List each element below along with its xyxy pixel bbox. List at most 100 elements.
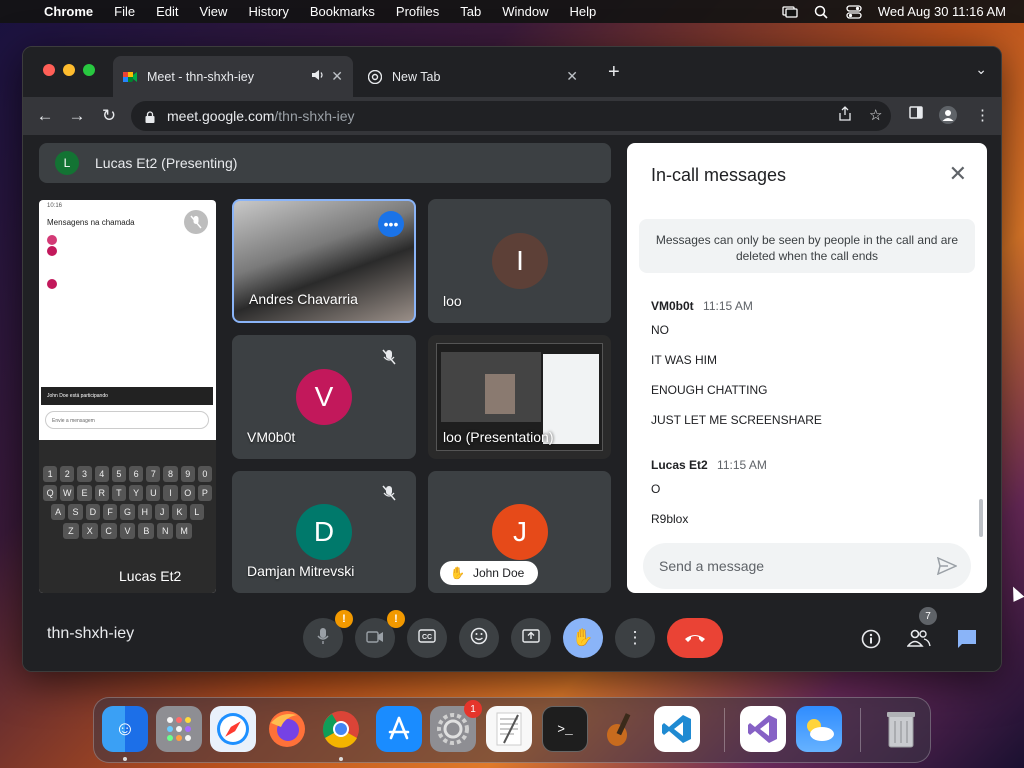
menu-tab[interactable]: Tab xyxy=(460,4,481,19)
key: 0 xyxy=(197,466,213,482)
minimize-window-button[interactable] xyxy=(63,64,75,76)
presenting-label: Lucas Et2 (Presenting) xyxy=(95,155,238,171)
menu-edit[interactable]: Edit xyxy=(156,4,178,19)
close-window-button[interactable] xyxy=(43,64,55,76)
phone-status-bar: 10:16 xyxy=(47,203,63,209)
vscode-icon[interactable] xyxy=(654,706,700,752)
new-tab-button[interactable]: + xyxy=(608,61,620,84)
tab-search-chevron-icon[interactable]: ⌄ xyxy=(975,61,987,78)
captions-button[interactable]: CC xyxy=(407,618,447,658)
close-chat-icon[interactable]: ✕ xyxy=(949,161,967,187)
participant-tile-damjan[interactable]: D Damjan Mitrevski xyxy=(232,471,416,593)
message-sender: Lucas Et2 xyxy=(651,458,708,472)
safari-icon[interactable] xyxy=(210,706,256,752)
trash-icon[interactable] xyxy=(878,706,924,752)
meeting-code: thn-shxh-iey xyxy=(47,625,135,642)
more-options-button[interactable]: ⋮ xyxy=(615,618,655,658)
menubar-clock[interactable]: Wed Aug 30 11:16 AM xyxy=(878,4,1006,19)
menu-profiles[interactable]: Profiles xyxy=(396,4,439,19)
textedit-icon[interactable] xyxy=(486,706,532,752)
participant-tile-vm0b0t[interactable]: V VM0b0t xyxy=(232,335,416,459)
menu-help[interactable]: Help xyxy=(570,4,597,19)
presenting-banner[interactable]: L Lucas Et2 (Presenting) xyxy=(39,143,611,183)
present-screen-button[interactable] xyxy=(511,618,551,658)
phone-chat-row xyxy=(39,233,216,245)
tile-options-icon[interactable]: ••• xyxy=(378,211,404,237)
present-screen-icon xyxy=(522,628,540,648)
close-tab-icon[interactable]: ✕ xyxy=(331,68,343,85)
send-message-input[interactable]: Send a message xyxy=(643,543,971,589)
microphone-button[interactable]: ! xyxy=(303,610,353,658)
menu-history[interactable]: History xyxy=(248,4,288,19)
forward-button[interactable]: → xyxy=(67,106,87,126)
key: V xyxy=(119,523,136,539)
address-bar[interactable]: meet.google.com /thn-shxh-iey xyxy=(131,101,891,131)
lock-icon[interactable] xyxy=(145,110,155,123)
meeting-details-icon[interactable] xyxy=(861,629,881,654)
url-path: /thn-shxh-iey xyxy=(274,108,355,124)
reactions-button[interactable] xyxy=(459,618,499,658)
closed-captions-icon: CC xyxy=(418,628,436,648)
browser-menu-icon[interactable]: ⋮ xyxy=(975,106,990,124)
weather-icon[interactable] xyxy=(796,706,842,752)
menu-view[interactable]: View xyxy=(199,4,227,19)
raise-hand-button[interactable]: ✋ xyxy=(563,618,603,658)
dock-separator xyxy=(860,708,861,752)
svg-text:CC: CC xyxy=(422,634,432,641)
app-store-icon[interactable] xyxy=(376,706,422,752)
chat-scrollbar[interactable] xyxy=(979,499,983,537)
garageband-icon[interactable] xyxy=(598,706,644,752)
chat-icon[interactable] xyxy=(957,629,977,654)
tab-meet[interactable]: Meet - thn-shxh-iey ✕ xyxy=(113,56,353,97)
share-icon[interactable] xyxy=(839,106,851,125)
menu-bookmarks[interactable]: Bookmarks xyxy=(310,4,375,19)
spotlight-search-icon[interactable] xyxy=(814,5,830,19)
phone-chat-row xyxy=(39,277,216,289)
firefox-icon[interactable] xyxy=(264,706,310,752)
people-icon[interactable] xyxy=(906,629,931,652)
audio-playing-icon[interactable] xyxy=(311,69,325,84)
launchpad-icon[interactable] xyxy=(156,706,202,752)
menu-file[interactable]: File xyxy=(114,4,135,19)
avatar: J xyxy=(492,504,548,560)
zoom-window-button[interactable] xyxy=(83,64,95,76)
menu-app-name[interactable]: Chrome xyxy=(44,4,93,19)
profile-avatar-icon[interactable] xyxy=(939,106,957,128)
participant-tile-john-doe[interactable]: J ✋ John Doe xyxy=(428,471,611,593)
tab-new-tab[interactable]: New Tab ✕ xyxy=(358,56,588,97)
phone-chat-row xyxy=(39,266,216,277)
participant-tile-andres[interactable]: ••• Andres Chavarria xyxy=(232,199,416,323)
camera-button[interactable]: ! xyxy=(355,610,405,658)
tile-name-lucas: Lucas Et2 xyxy=(119,568,182,584)
phone-chat-row xyxy=(39,255,216,266)
side-panel-icon[interactable] xyxy=(909,106,923,123)
phone-hangup-icon xyxy=(684,628,706,648)
presentation-tile-loo[interactable]: loo (Presentation) xyxy=(428,335,611,459)
chrome-icon[interactable] xyxy=(318,706,364,752)
send-icon[interactable] xyxy=(936,556,958,580)
back-button[interactable]: ← xyxy=(35,106,55,126)
system-settings-icon[interactable]: 1 xyxy=(430,700,482,752)
presentation-tile-lucas[interactable]: 10:16 Mensagens na chamada John Doe está… xyxy=(39,200,216,593)
key: R xyxy=(94,485,109,501)
participant-tile-loo[interactable]: I loo xyxy=(428,199,611,323)
mouse-cursor-icon xyxy=(1007,584,1024,602)
key: N xyxy=(157,523,174,539)
terminal-icon[interactable]: >_ xyxy=(542,706,588,752)
key: J xyxy=(154,504,170,520)
control-center-icon[interactable] xyxy=(846,4,862,19)
reload-button[interactable]: ↻ xyxy=(99,106,119,126)
screen-mirroring-icon[interactable] xyxy=(782,5,798,19)
finder-icon[interactable]: ☺ xyxy=(102,706,148,752)
visual-studio-icon[interactable] xyxy=(740,706,786,752)
chrome-favicon-icon xyxy=(367,69,383,84)
running-indicator xyxy=(339,757,343,761)
bookmark-star-icon[interactable]: ☆ xyxy=(869,106,882,124)
leave-call-button[interactable] xyxy=(667,618,723,658)
key: 6 xyxy=(129,466,144,482)
message-time: 11:15 AM xyxy=(717,458,767,472)
close-tab-icon[interactable]: ✕ xyxy=(566,68,578,85)
menu-window[interactable]: Window xyxy=(502,4,548,19)
key: D xyxy=(85,504,100,520)
chat-panel-title: In-call messages xyxy=(651,165,787,185)
